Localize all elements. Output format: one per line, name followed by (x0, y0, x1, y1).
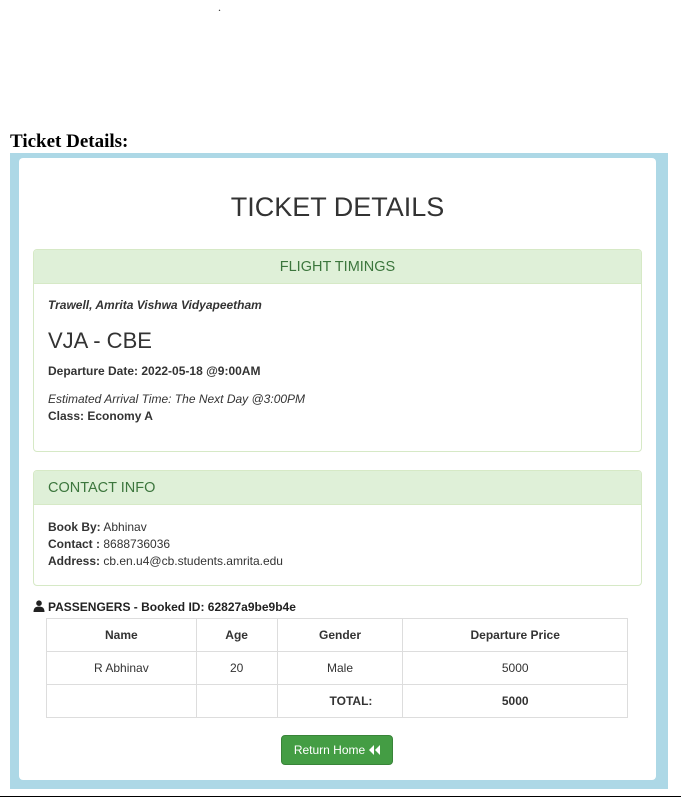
user-icon (33, 600, 45, 612)
agency-name: Trawell, Amrita Vishwa Vidyapeetham (48, 298, 262, 312)
departure-date: Departure Date: 2022-05-18 @9:00AM (48, 364, 261, 378)
passenger-name: R Abhinav (46, 651, 197, 685)
total-empty-cell (46, 684, 197, 718)
passenger-age: 20 (195, 651, 278, 685)
address-value: cb.en.u4@cb.students.amrita.edu (103, 554, 283, 568)
flight-timings-header: FLIGHT TIMINGS (34, 250, 641, 284)
contact-info-panel: CONTACT INFO Book By: Abhinav Contact : … (33, 470, 642, 586)
top-mark: . (218, 0, 221, 14)
section-heading: Ticket Details: (10, 131, 129, 152)
passenger-price: 5000 (402, 651, 628, 685)
contact-label: Contact : (48, 537, 100, 551)
ticket-container: TICKET DETAILS FLIGHT TIMINGS Trawell, A… (10, 153, 668, 789)
table-row: R Abhinav 20 Male 5000 (46, 651, 628, 685)
address-line: Address: cb.en.u4@cb.students.amrita.edu (48, 553, 627, 570)
ticket-card: TICKET DETAILS FLIGHT TIMINGS Trawell, A… (19, 158, 656, 780)
contact-line: Contact : 8688736036 (48, 536, 627, 553)
return-home-button[interactable]: Return Home (281, 735, 393, 765)
total-value: 5000 (402, 684, 628, 718)
column-header-gender: Gender (276, 618, 404, 652)
book-by-label: Book By: (48, 520, 101, 534)
total-empty-cell (195, 684, 278, 718)
passengers-title: PASSENGERS - Booked ID: 62827a9be9b4e (33, 600, 296, 614)
column-header-name: Name (46, 618, 197, 652)
flight-timings-panel: FLIGHT TIMINGS Trawell, Amrita Vishwa Vi… (33, 249, 642, 452)
table-header-row: Name Age Gender Departure Price (46, 618, 628, 652)
bottom-divider (0, 796, 681, 797)
column-header-price: Departure Price (402, 618, 628, 652)
column-header-age: Age (195, 618, 278, 652)
book-by-line: Book By: Abhinav (48, 519, 627, 536)
contact-value: 8688736036 (103, 537, 171, 551)
address-label: Address: (48, 554, 101, 568)
return-home-label: Return Home (293, 743, 366, 757)
book-by-value: Abhinav (103, 520, 147, 534)
total-row: TOTAL: 5000 (46, 684, 628, 718)
passenger-gender: Male (276, 651, 404, 685)
double-chevron-left-icon (369, 745, 381, 755)
passengers-table: Name Age Gender Departure Price R Abhina… (46, 618, 628, 718)
travel-class: Class: Economy A (48, 409, 153, 423)
contact-info-header: CONTACT INFO (34, 471, 641, 505)
estimated-arrival: Estimated Arrival Time: The Next Day @3:… (48, 392, 306, 406)
passengers-title-text: PASSENGERS - Booked ID: 62827a9be9b4e (48, 600, 296, 614)
flight-route: VJA - CBE (48, 328, 152, 353)
total-label: TOTAL: (276, 684, 404, 718)
page-title: TICKET DETAILS (230, 192, 445, 222)
